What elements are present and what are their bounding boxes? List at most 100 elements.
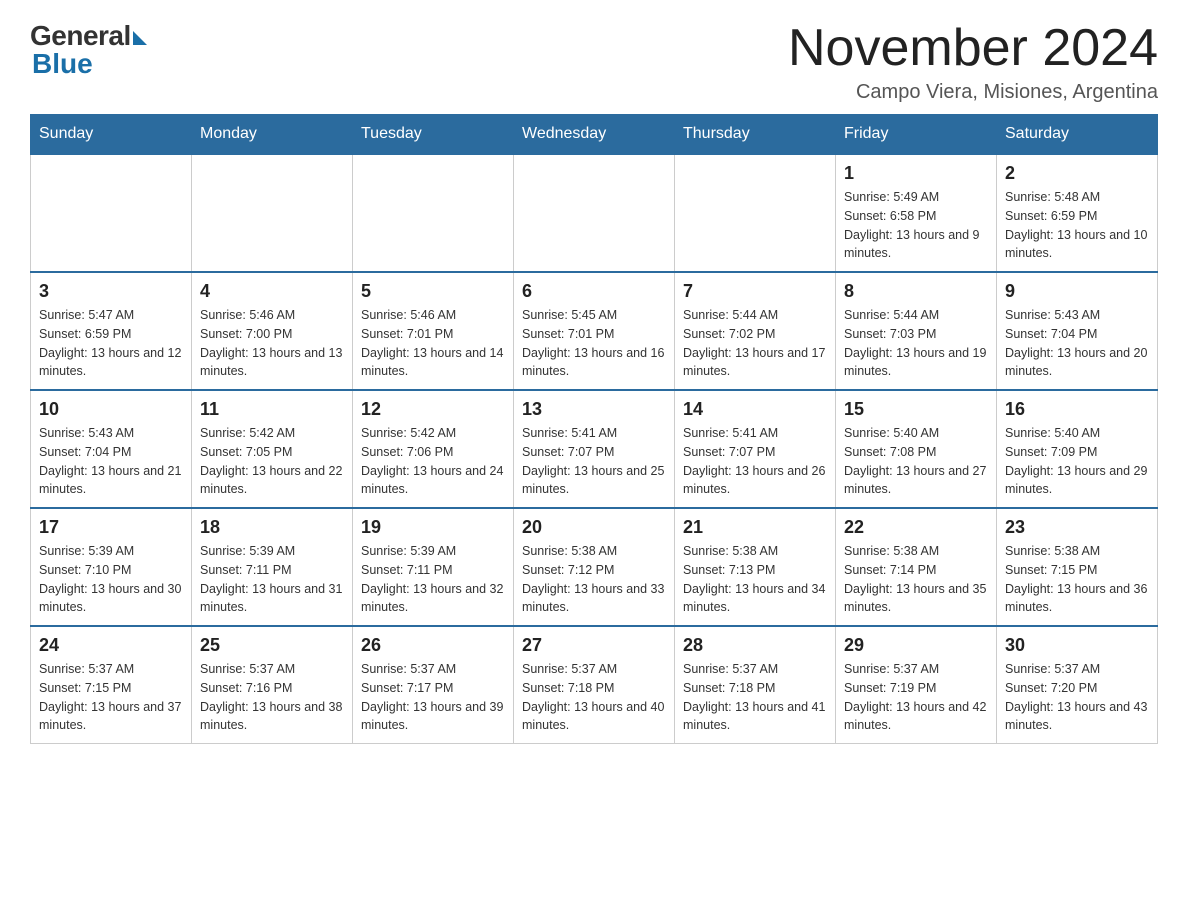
calendar-day-cell: 8 Sunrise: 5:44 AM Sunset: 7:03 PM Daylig… [836,272,997,390]
day-number: 22 [844,517,988,538]
day-info: Sunrise: 5:37 AM Sunset: 7:16 PM Dayligh… [200,660,344,735]
day-info: Sunrise: 5:38 AM Sunset: 7:15 PM Dayligh… [1005,542,1149,617]
day-number: 2 [1005,163,1149,184]
calendar-day-cell: 12Sunrise: 5:42 AM Sunset: 7:06 PM Dayli… [353,390,514,508]
day-number: 11 [200,399,344,420]
day-info: Sunrise: 5:42 AM Sunset: 7:05 PM Dayligh… [200,424,344,499]
calendar-day-cell: 14 Sunrise: 5:41 AM Sunset: 7:07 PM Dayli… [675,390,836,508]
day-info: Sunrise: 5:49 AM Sunset: 6:58 PM Dayligh… [844,188,988,263]
location-subtitle: Campo Viera, Misiones, Argentina [788,81,1158,104]
calendar-day-cell: 27 Sunrise: 5:37 AM Sunset: 7:18 PM Dayli… [514,626,675,744]
calendar-day-cell: 4 Sunrise: 5:46 AM Sunset: 7:00 PM Daylig… [192,272,353,390]
day-number: 17 [39,517,183,538]
month-year-title: November 2024 [788,20,1158,77]
calendar-day-cell: 3 Sunrise: 5:47 AM Sunset: 6:59 PM Daylig… [31,272,192,390]
day-number: 9 [1005,281,1149,302]
day-info: Sunrise: 5:40 AM Sunset: 7:08 PM Dayligh… [844,424,988,499]
day-of-week-header: Friday [836,115,997,155]
day-number: 18 [200,517,344,538]
calendar-week-row: 1 Sunrise: 5:49 AM Sunset: 6:58 PM Daylig… [31,154,1158,272]
logo-arrow-icon [133,31,147,45]
calendar-day-cell: 10 Sunrise: 5:43 AM Sunset: 7:04 PM Dayli… [31,390,192,508]
day-number: 27 [522,635,666,656]
calendar-day-cell: 19 Sunrise: 5:39 AM Sunset: 7:11 PM Dayli… [353,508,514,626]
calendar-day-cell: 2 Sunrise: 5:48 AM Sunset: 6:59 PM Daylig… [997,154,1158,272]
calendar-day-cell: 11 Sunrise: 5:42 AM Sunset: 7:05 PM Dayli… [192,390,353,508]
day-info: Sunrise: 5:44 AM Sunset: 7:03 PM Dayligh… [844,306,988,381]
day-info: Sunrise: 5:46 AM Sunset: 7:00 PM Dayligh… [200,306,344,381]
day-info: Sunrise: 5:38 AM Sunset: 7:13 PM Dayligh… [683,542,827,617]
day-info: Sunrise: 5:46 AM Sunset: 7:01 PM Dayligh… [361,306,505,381]
day-number: 21 [683,517,827,538]
calendar-day-cell: 16 Sunrise: 5:40 AM Sunset: 7:09 PM Dayli… [997,390,1158,508]
day-of-week-header: Tuesday [353,115,514,155]
day-number: 24 [39,635,183,656]
calendar-day-cell: 29 Sunrise: 5:37 AM Sunset: 7:19 PM Dayli… [836,626,997,744]
day-number: 13 [522,399,666,420]
calendar-day-cell: 9 Sunrise: 5:43 AM Sunset: 7:04 PM Daylig… [997,272,1158,390]
calendar-week-row: 17 Sunrise: 5:39 AM Sunset: 7:10 PM Dayli… [31,508,1158,626]
day-number: 25 [200,635,344,656]
day-number: 19 [361,517,505,538]
day-info: Sunrise: 5:37 AM Sunset: 7:19 PM Dayligh… [844,660,988,735]
day-info: Sunrise: 5:43 AM Sunset: 7:04 PM Dayligh… [39,424,183,499]
day-number: 29 [844,635,988,656]
day-number: 3 [39,281,183,302]
calendar-day-cell: 5 Sunrise: 5:46 AM Sunset: 7:01 PM Daylig… [353,272,514,390]
calendar-week-row: 24Sunrise: 5:37 AM Sunset: 7:15 PM Dayli… [31,626,1158,744]
calendar-day-cell: 17 Sunrise: 5:39 AM Sunset: 7:10 PM Dayli… [31,508,192,626]
day-number: 10 [39,399,183,420]
day-number: 20 [522,517,666,538]
day-number: 14 [683,399,827,420]
day-info: Sunrise: 5:38 AM Sunset: 7:14 PM Dayligh… [844,542,988,617]
day-number: 28 [683,635,827,656]
day-info: Sunrise: 5:39 AM Sunset: 7:11 PM Dayligh… [361,542,505,617]
day-info: Sunrise: 5:37 AM Sunset: 7:18 PM Dayligh… [683,660,827,735]
day-info: Sunrise: 5:37 AM Sunset: 7:18 PM Dayligh… [522,660,666,735]
day-number: 6 [522,281,666,302]
day-info: Sunrise: 5:48 AM Sunset: 6:59 PM Dayligh… [1005,188,1149,263]
calendar-day-cell [514,154,675,272]
day-number: 23 [1005,517,1149,538]
calendar-header-row: SundayMondayTuesdayWednesdayThursdayFrid… [31,115,1158,155]
calendar-day-cell: 1 Sunrise: 5:49 AM Sunset: 6:58 PM Daylig… [836,154,997,272]
day-info: Sunrise: 5:38 AM Sunset: 7:12 PM Dayligh… [522,542,666,617]
day-info: Sunrise: 5:37 AM Sunset: 7:17 PM Dayligh… [361,660,505,735]
day-info: Sunrise: 5:39 AM Sunset: 7:11 PM Dayligh… [200,542,344,617]
calendar-day-cell: 15 Sunrise: 5:40 AM Sunset: 7:08 PM Dayli… [836,390,997,508]
title-section: November 2024 Campo Viera, Misiones, Arg… [788,20,1158,104]
day-info: Sunrise: 5:41 AM Sunset: 7:07 PM Dayligh… [683,424,827,499]
calendar-day-cell: 7 Sunrise: 5:44 AM Sunset: 7:02 PM Daylig… [675,272,836,390]
day-number: 15 [844,399,988,420]
day-info: Sunrise: 5:47 AM Sunset: 6:59 PM Dayligh… [39,306,183,381]
calendar-day-cell: 18 Sunrise: 5:39 AM Sunset: 7:11 PM Dayli… [192,508,353,626]
calendar-day-cell: 28 Sunrise: 5:37 AM Sunset: 7:18 PM Dayli… [675,626,836,744]
calendar-day-cell: 6Sunrise: 5:45 AM Sunset: 7:01 PM Daylig… [514,272,675,390]
calendar-day-cell: 13Sunrise: 5:41 AM Sunset: 7:07 PM Dayli… [514,390,675,508]
day-info: Sunrise: 5:37 AM Sunset: 7:20 PM Dayligh… [1005,660,1149,735]
day-number: 1 [844,163,988,184]
calendar-day-cell: 26Sunrise: 5:37 AM Sunset: 7:17 PM Dayli… [353,626,514,744]
day-of-week-header: Saturday [997,115,1158,155]
calendar-day-cell: 21 Sunrise: 5:38 AM Sunset: 7:13 PM Dayli… [675,508,836,626]
day-number: 7 [683,281,827,302]
day-info: Sunrise: 5:43 AM Sunset: 7:04 PM Dayligh… [1005,306,1149,381]
day-of-week-header: Thursday [675,115,836,155]
day-number: 16 [1005,399,1149,420]
calendar-day-cell [31,154,192,272]
day-info: Sunrise: 5:44 AM Sunset: 7:02 PM Dayligh… [683,306,827,381]
calendar-day-cell: 30Sunrise: 5:37 AM Sunset: 7:20 PM Dayli… [997,626,1158,744]
day-number: 8 [844,281,988,302]
day-info: Sunrise: 5:40 AM Sunset: 7:09 PM Dayligh… [1005,424,1149,499]
calendar-day-cell [353,154,514,272]
day-info: Sunrise: 5:39 AM Sunset: 7:10 PM Dayligh… [39,542,183,617]
page-header: General Blue November 2024 Campo Viera, … [30,20,1158,104]
calendar-week-row: 3 Sunrise: 5:47 AM Sunset: 6:59 PM Daylig… [31,272,1158,390]
day-number: 12 [361,399,505,420]
calendar-day-cell: 22 Sunrise: 5:38 AM Sunset: 7:14 PM Dayli… [836,508,997,626]
calendar-day-cell: 20 Sunrise: 5:38 AM Sunset: 7:12 PM Dayli… [514,508,675,626]
day-number: 4 [200,281,344,302]
day-of-week-header: Sunday [31,115,192,155]
day-number: 5 [361,281,505,302]
calendar-day-cell [675,154,836,272]
